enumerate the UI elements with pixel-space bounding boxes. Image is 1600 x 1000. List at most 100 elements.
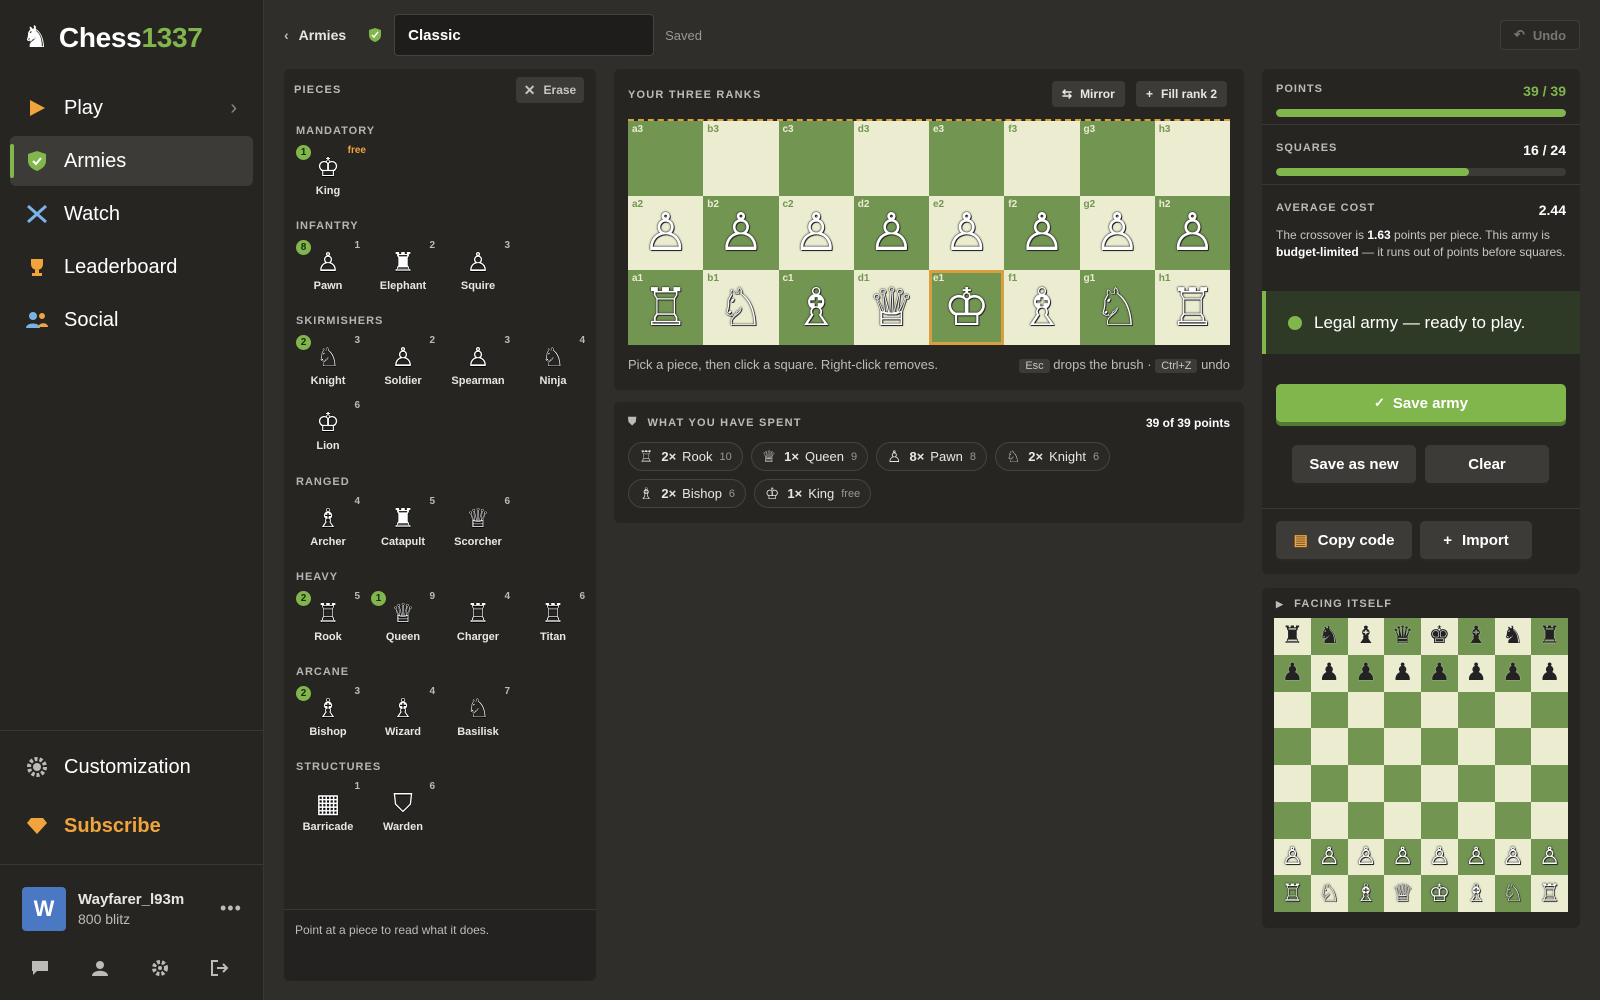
erase-button[interactable]: ✕ Erase — [516, 77, 584, 103]
piece-basilisk[interactable]: 7 ♘ Basilisk — [446, 686, 510, 742]
square-e3[interactable]: e3 — [929, 121, 1005, 196]
clear-button[interactable]: Clear — [1425, 445, 1549, 483]
square-a1[interactable]: a1 ♖ — [628, 270, 704, 345]
army-name-input[interactable] — [394, 14, 655, 56]
piece-archer[interactable]: 4 ♗ Archer — [296, 496, 360, 552]
square-h1[interactable]: h1 ♖ — [1154, 270, 1230, 345]
spent-title: WHAT YOU HAVE SPENT — [647, 416, 802, 429]
square-g1[interactable]: g1 ♘ — [1079, 270, 1155, 345]
nav-watch[interactable]: Watch — [10, 189, 253, 239]
square-c1[interactable]: c1 ♗ — [778, 270, 854, 345]
square-d2[interactable]: d2 ♙ — [853, 195, 929, 271]
preview-square — [1421, 801, 1458, 839]
piece-titan[interactable]: 6 ♖ Titan — [521, 591, 585, 647]
square-d3[interactable]: d3 — [853, 121, 929, 196]
barricade-icon: ▦ — [315, 788, 341, 818]
chip-name: Rook — [682, 449, 713, 464]
undo-button[interactable]: ↶ Undo — [1500, 20, 1580, 50]
piece-label: Pawn — [313, 280, 343, 292]
preview-piece: ♖ — [1281, 879, 1304, 907]
logout-icon[interactable] — [210, 958, 230, 978]
square-e2[interactable]: e2 ♙ — [929, 195, 1005, 271]
fill-rank-button[interactable]: + Fill rank 2 — [1136, 81, 1228, 107]
nav-watch-label: Watch — [64, 202, 120, 225]
preview-square — [1384, 801, 1421, 839]
square-b1[interactable]: b1 ♘ — [703, 270, 779, 345]
scorcher-icon: ♕ — [466, 503, 490, 533]
square-a2[interactable]: a2 ♙ — [628, 195, 704, 271]
nav-customization[interactable]: Customization — [10, 742, 253, 792]
piece-warden[interactable]: 6 ⛉ Warden — [371, 781, 435, 837]
nav-armies[interactable]: Armies — [10, 136, 253, 186]
nav-leaderboard[interactable]: Leaderboard — [10, 242, 253, 292]
catapult-icon: ♜ — [391, 503, 415, 533]
piece-elephant[interactable]: 2 ♜ Elephant — [371, 240, 435, 296]
preview-piece: ♚ — [1428, 622, 1451, 650]
piece-cost: 3 — [354, 335, 360, 346]
piece-scorcher[interactable]: 6 ♕ Scorcher — [446, 496, 510, 552]
square-b2[interactable]: b2 ♙ — [703, 195, 779, 271]
square-g2[interactable]: g2 ♙ — [1079, 195, 1155, 271]
square-f1[interactable]: f1 ♗ — [1004, 270, 1080, 345]
square-h2[interactable]: h2 ♙ — [1154, 195, 1230, 271]
square-e1[interactable]: e1 ♔ — [929, 270, 1005, 345]
save-army-button[interactable]: ✓ Save army — [1276, 384, 1566, 422]
chip-name: King — [808, 486, 835, 501]
piece-spearman[interactable]: 3 ♙ Spearman — [446, 335, 510, 391]
piece-lion[interactable]: 6 ♔ Lion — [296, 400, 360, 456]
piece-ninja[interactable]: 4 ♘ Ninja — [521, 335, 585, 391]
nav-armies-label: Armies — [64, 149, 127, 172]
nav-social[interactable]: Social — [10, 295, 253, 345]
piece-label: Basilisk — [457, 726, 499, 738]
piece-catapult[interactable]: 5 ♜ Catapult — [371, 496, 435, 552]
count-badge: 2 — [296, 591, 311, 606]
breadcrumb-back[interactable]: ‹ Armies — [284, 27, 346, 43]
square-f2[interactable]: f2 ♙ — [1004, 195, 1080, 271]
mirror-button[interactable]: ⇆ Mirror — [1052, 81, 1125, 107]
chat-icon[interactable] — [30, 958, 50, 978]
sidebar: ♞ Chess1337 Play › Armies Watch Leaderbo… — [0, 0, 264, 1000]
points-stat: POINTS 39 / 39 — [1276, 83, 1566, 117]
settings-icon[interactable] — [150, 958, 170, 978]
save-as-new-button[interactable]: Save as new — [1292, 445, 1416, 483]
squares-bar — [1276, 168, 1566, 176]
preview-square — [1347, 765, 1385, 802]
top-bar: ‹ Armies Saved — [284, 14, 702, 56]
category-infantry: INFANTRY — [296, 220, 359, 232]
import-button[interactable]: + Import — [1420, 521, 1532, 559]
category-mandatory: MANDATORY — [296, 125, 376, 137]
square-coordinate: d1 — [857, 273, 870, 285]
square-c2[interactable]: c2 ♙ — [778, 195, 854, 271]
nav-play[interactable]: Play › — [10, 83, 253, 133]
piece-king[interactable]: 1 free ♔ King — [296, 145, 366, 201]
facing-toggle[interactable]: ▶ FACING ITSELF — [1276, 598, 1392, 610]
piece-charger[interactable]: 4 ♖ Charger — [446, 591, 510, 647]
piece-label: Archer — [310, 536, 346, 548]
piece-knight[interactable]: 2 3 ♘ Knight — [296, 335, 360, 391]
square-d1[interactable]: d1 ♕ — [853, 270, 929, 345]
logo[interactable]: ♞ Chess1337 — [22, 20, 203, 55]
square-f3[interactable]: f3 — [1004, 121, 1080, 196]
piece-rook[interactable]: 2 5 ♖ Rook — [296, 591, 360, 647]
square-b3[interactable]: b3 — [703, 121, 779, 196]
copy-code-button[interactable]: ▤ Copy code — [1276, 521, 1412, 559]
piece-queen[interactable]: 1 9 ♕ Queen — [371, 591, 435, 647]
piece-squire[interactable]: 3 ♙ Squire — [446, 240, 510, 296]
user-card[interactable]: W Wayfarer_l93m 800 blitz — [22, 887, 184, 931]
piece-label: Rook — [314, 631, 342, 643]
square-a3[interactable]: a3 — [628, 121, 704, 196]
nav-subscribe[interactable]: Subscribe — [10, 801, 253, 851]
preview-square: ♙ — [1310, 838, 1348, 876]
piece-pawn[interactable]: 8 1 ♙ Pawn — [296, 240, 360, 296]
square-h3[interactable]: h3 — [1154, 121, 1230, 196]
square-g3[interactable]: g3 — [1079, 121, 1155, 196]
more-icon[interactable]: ••• — [220, 898, 242, 919]
piece-barricade[interactable]: 1 ▦ Barricade — [296, 781, 360, 837]
piece-wizard[interactable]: 4 ♗ Wizard — [371, 686, 435, 742]
square-c3[interactable]: c3 — [778, 121, 854, 196]
piece-soldier[interactable]: 2 ♙ Soldier — [371, 335, 435, 391]
profile-icon[interactable] — [90, 958, 110, 978]
points-label: POINTS — [1276, 83, 1323, 95]
check-circle-icon — [1288, 315, 1302, 330]
piece-bishop[interactable]: 2 3 ♗ Bishop — [296, 686, 360, 742]
